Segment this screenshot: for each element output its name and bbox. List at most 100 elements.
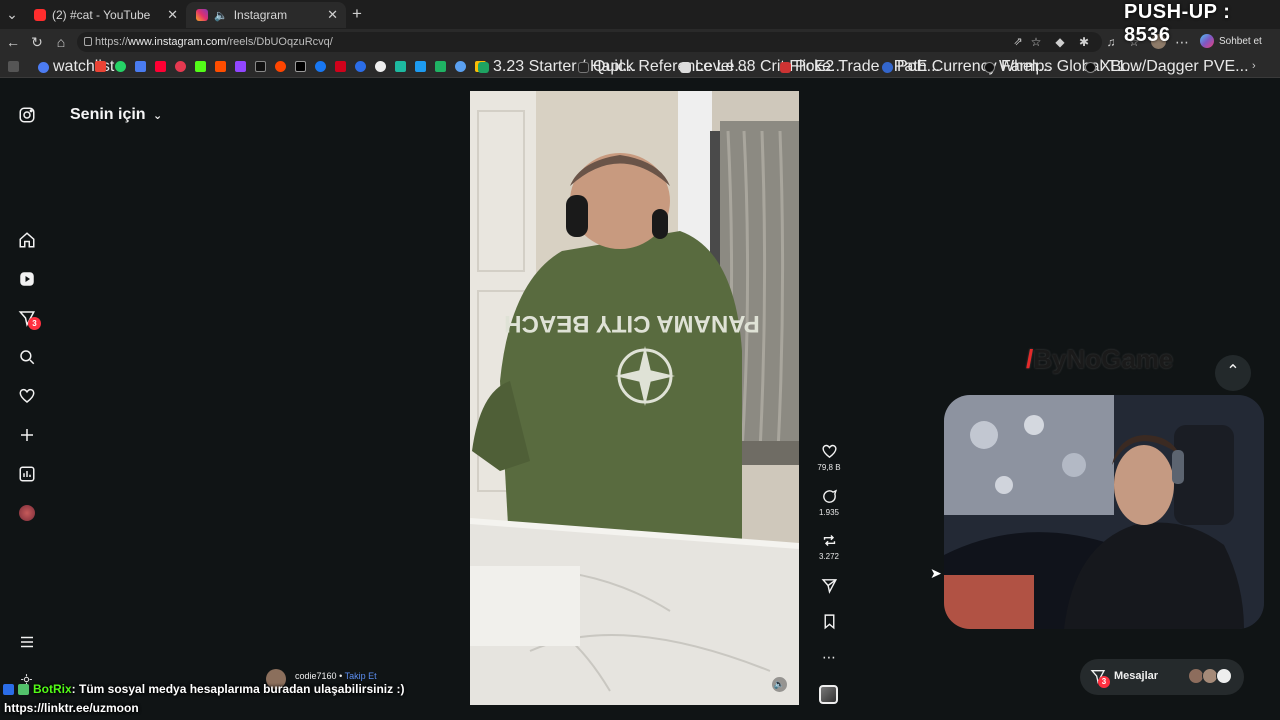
repost-icon xyxy=(823,535,835,546)
messages-badge: 3 xyxy=(28,317,41,330)
url-path: /reels/DbUOqzuRcvq/ xyxy=(226,36,333,48)
reel-video[interactable]: PANAMA CITY BEACH xyxy=(470,91,799,705)
more-options-icon[interactable]: ⋯ xyxy=(815,649,843,666)
reels-icon[interactable] xyxy=(18,270,36,288)
browser-tab-strip: ⌄ (2) #cat - YouTube ✕ 🔈 Instagram ✕ + xyxy=(0,0,1280,29)
repost-count: 3.272 xyxy=(818,552,840,561)
create-icon[interactable] xyxy=(18,426,36,444)
tab-title: (2) #cat - YouTube xyxy=(52,8,151,22)
instagram-favicon-icon xyxy=(196,9,208,21)
bluesky-icon[interactable] xyxy=(415,61,426,72)
tiktok-icon[interactable] xyxy=(255,61,266,72)
twitch-icon[interactable] xyxy=(235,61,246,72)
chat-link: https://linktr.ee/uzmoon xyxy=(4,701,139,715)
comment-button[interactable]: 1.935 xyxy=(815,488,843,517)
speaker-icon[interactable]: 🔈 xyxy=(214,9,228,22)
pushup-counter: PUSH-UP : 8536 xyxy=(1124,1,1231,46)
chat-line: BotRix: Tüm sosyal medya hesaplarıma bur… xyxy=(33,682,404,696)
x-icon[interactable] xyxy=(295,61,306,72)
bookmark-icon xyxy=(824,614,834,630)
chevron-down-icon: ⌄ xyxy=(153,110,163,122)
extension-diamond-icon[interactable]: ◆ xyxy=(1052,34,1068,50)
tab-title: Instagram xyxy=(233,8,288,22)
gmail-icon[interactable] xyxy=(95,61,106,72)
home-icon[interactable] xyxy=(18,231,36,249)
site-info-icon[interactable] xyxy=(84,37,92,46)
url-host: www.instagram.com xyxy=(128,36,227,48)
dashboard-icon[interactable] xyxy=(18,465,36,483)
app-green-icon[interactable] xyxy=(435,61,446,72)
repost-button[interactable]: 3.272 xyxy=(815,532,843,561)
share-button[interactable] xyxy=(815,577,843,597)
home-icon[interactable]: ⌂ xyxy=(53,34,69,50)
svg-text:PANAMA CITY BEACH: PANAMA CITY BEACH xyxy=(504,310,760,337)
audio-thumbnail[interactable] xyxy=(819,685,838,704)
tab-instagram[interactable]: 🔈 Instagram ✕ xyxy=(186,2,346,28)
like-button[interactable]: 79,8 B xyxy=(815,443,843,472)
menu-icon[interactable] xyxy=(18,633,36,651)
back-icon[interactable]: ← xyxy=(5,34,21,50)
heart-icon xyxy=(821,444,837,459)
doc-icon xyxy=(680,61,691,73)
messages-pill-badge: 3 xyxy=(1098,676,1110,688)
reading-list-icon[interactable] xyxy=(8,61,19,72)
facebook-icon[interactable] xyxy=(315,61,326,72)
tab-youtube[interactable]: (2) #cat - YouTube ✕ xyxy=(24,2,186,28)
close-tab-icon[interactable]: ✕ xyxy=(327,7,338,23)
url-prefix: https:// xyxy=(95,36,129,48)
scroll-up-button[interactable]: ⌃ xyxy=(1215,355,1251,391)
messages-label: Mesajlar xyxy=(1114,670,1159,682)
app-red2-icon[interactable] xyxy=(335,61,346,72)
send-icon xyxy=(821,579,837,594)
chat-username: BotRix xyxy=(33,682,72,696)
new-tab-button[interactable]: + xyxy=(352,4,362,24)
bookmark-xbow[interactable]: XBow/Dagger PVE... xyxy=(1085,58,1249,75)
watchlist-icon xyxy=(38,61,49,73)
streamer-logo: /ByNoGame xyxy=(1026,344,1173,375)
reload-icon[interactable]: ↻ xyxy=(29,34,45,50)
bookmark-star-icon[interactable]: ☆ xyxy=(1028,34,1044,50)
extensions-icon[interactable]: ✱ xyxy=(1076,34,1092,50)
page-icon xyxy=(578,61,589,73)
translate-icon[interactable] xyxy=(135,61,146,72)
globe-icon xyxy=(882,61,893,73)
url-input[interactable]: https://www.instagram.com/reels/DbUOqzuR… xyxy=(77,32,1102,52)
reel-video-frame: PANAMA CITY BEACH xyxy=(470,91,799,705)
webcam-overlay xyxy=(944,395,1264,629)
webcam-frame xyxy=(944,395,1264,629)
youtube-icon[interactable] xyxy=(155,61,166,72)
github-icon xyxy=(984,61,995,73)
open-in-app-icon[interactable]: ⇗ xyxy=(1010,34,1026,50)
youtube-favicon-icon xyxy=(34,9,46,21)
follow-button[interactable]: Takip Et xyxy=(345,671,377,681)
mute-icon[interactable]: 🔈 xyxy=(772,677,787,692)
github-icon xyxy=(1085,61,1096,73)
like-count: 79,8 B xyxy=(817,463,841,472)
close-tab-icon[interactable]: ✕ xyxy=(167,7,178,23)
app-blue-icon[interactable] xyxy=(355,61,366,72)
whatsapp-icon[interactable] xyxy=(115,61,126,72)
bookmark-label: XBow/Dagger PVE... xyxy=(1100,58,1249,75)
kick-icon[interactable] xyxy=(195,61,206,72)
reddit-icon[interactable] xyxy=(275,61,286,72)
author-name[interactable]: codie7160 xyxy=(295,671,337,681)
bookmarks-overflow-icon[interactable]: › xyxy=(1252,60,1256,72)
profile-avatar[interactable] xyxy=(19,505,35,521)
search-icon[interactable] xyxy=(18,348,36,366)
app-sky-icon[interactable] xyxy=(455,61,466,72)
bot-badge-icon xyxy=(18,684,29,695)
app-red-icon[interactable] xyxy=(175,61,186,72)
app-teal-icon[interactable] xyxy=(395,61,406,72)
comment-icon xyxy=(822,489,837,503)
instagram-logo-icon[interactable] xyxy=(18,106,36,124)
tab-search-chevron-icon[interactable]: ⌄ xyxy=(4,6,20,22)
feed-selector[interactable]: Senin için ⌄ xyxy=(70,106,162,124)
app-orange-icon[interactable] xyxy=(215,61,226,72)
save-button[interactable] xyxy=(815,613,843,633)
notifications-icon[interactable] xyxy=(18,387,36,405)
poe-icon xyxy=(780,61,791,73)
app-white-icon[interactable] xyxy=(375,61,386,72)
mouse-cursor: ➤ xyxy=(930,565,942,581)
media-control-icon[interactable]: ♫ xyxy=(1103,34,1119,50)
contact-avatar xyxy=(1216,668,1232,684)
